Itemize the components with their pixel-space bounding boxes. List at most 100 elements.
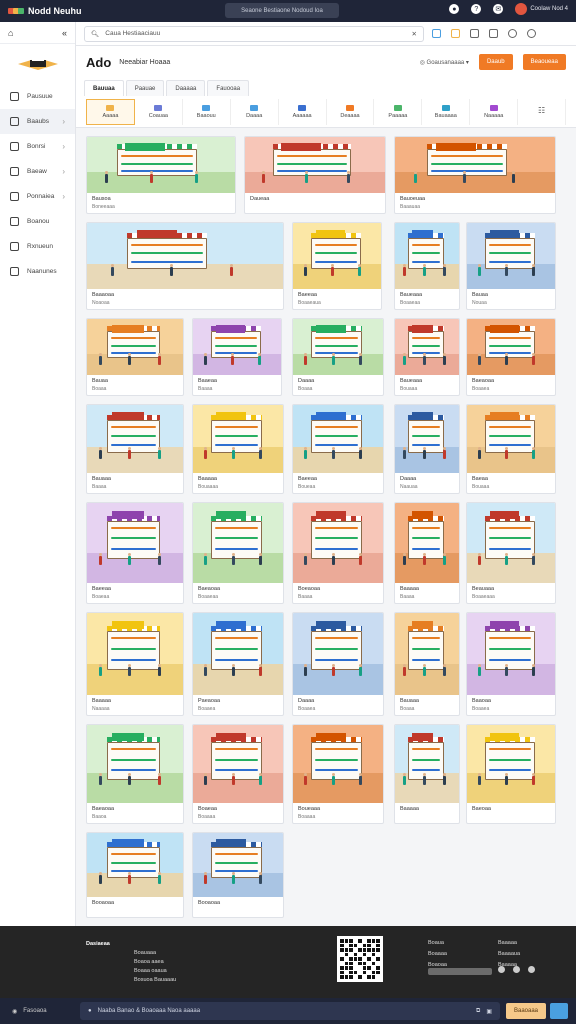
product-card[interactable]: Baeaoaa Boaaeaa [192,502,284,604]
share-icon[interactable] [489,29,498,38]
product-card[interactable]: Baueaaa Bouaaa [394,318,460,396]
product-card[interactable]: Baueaaa Boaaeaa [394,222,460,310]
shop-shelf [412,637,441,640]
sidebar-item[interactable]: Bonrsi › [0,134,75,159]
tab-3[interactable]: Fauooaa [207,80,250,96]
extension-icon[interactable] [451,29,460,38]
sidebar-item[interactable]: Rxnueun [0,234,75,259]
social-icon[interactable] [498,966,505,973]
person-figure [304,170,308,183]
product-card[interactable]: Baeaoaa Boaaea [466,318,556,396]
attach-icon[interactable]: ⧉ [476,1008,480,1015]
category-chip[interactable]: Coauaa [135,98,183,125]
person-figure [531,664,535,677]
sidebar-item[interactable]: Baeaw › [0,159,75,184]
product-card[interactable]: Bauaaa Boaaa [394,612,460,716]
sidebar-item[interactable]: Pausuue [0,84,75,109]
footer-link[interactable]: Boauaaa [86,949,176,958]
more-icon[interactable] [527,29,536,38]
category-chip[interactable]: Naaaaa [470,98,519,125]
user-menu[interactable]: Coolaw Nod 4 [515,3,568,15]
chat-icon[interactable]: ✉ [493,4,504,14]
message-input[interactable]: ● Naaba Banao & Boaoaaa Naoa aaaaa ⧉ ▣ [80,1002,500,1020]
product-card[interactable]: Baeeaa Boaeaa [86,502,184,604]
footer-link[interactable]: Boaua [428,938,447,949]
product-card[interactable]: Baaoaa Boaaea [466,612,556,716]
product-card[interactable]: Baaaaa Bouaaaa [192,404,284,494]
top-search-input[interactable]: Seaone Bestiaone Nodoud Ioa [225,3,339,18]
product-card[interactable]: Beauaaa Boaaeaaa [466,502,556,604]
primary-button[interactable]: Daaub [478,54,513,70]
category-label: Bauaaaa [434,112,457,119]
category-chip[interactable]: Aaaaaa [279,98,327,125]
tab-0[interactable]: Bauuaa [84,80,124,96]
product-card[interactable]: Boueaaa Boaaaa [292,724,384,824]
footer-link[interactable]: Boaaaa [428,949,447,960]
product-card[interactable]: Baaaaa [394,724,460,824]
bookmark-icon[interactable] [432,29,441,38]
clear-icon[interactable]: ✕ [412,30,417,38]
shop-shelf [315,548,358,551]
category-chip[interactable]: Baaouu [183,98,231,125]
brand[interactable]: Nodd Neuhu [8,6,82,16]
product-card[interactable]: Baeaa Bouaaa [466,404,556,494]
footer-link[interactable]: Boaoa aaea [86,958,176,967]
footer-link[interactable]: Bosuoa Bauaaau [86,976,176,985]
product-card[interactable]: Baaaaa Baaaa [394,502,460,604]
bottom-left[interactable]: ◉ Fasoaoa [0,1008,76,1015]
product-card[interactable]: Baeeaa Boaaeaua [292,222,382,310]
category-chip[interactable]: Daaaa [231,98,279,125]
product-card[interactable]: Daaaa Naauaa [394,404,460,494]
sidebar-item[interactable]: Baaubs › [0,109,75,134]
product-card[interactable]: Baeeaa Boueaa [292,404,384,494]
category-chip[interactable]: ☷ [518,98,567,125]
bottom-action-button[interactable]: Baaoaaa [506,1003,547,1019]
product-card[interactable]: Booaoaa [86,832,184,918]
social-icon[interactable] [528,966,535,973]
sidebar-item[interactable]: Naanunes [0,259,75,284]
send-icon[interactable]: ▣ [486,1008,492,1015]
product-card[interactable]: Baeoaa [466,724,556,824]
product-card[interactable]: Booaoaa [192,832,284,918]
person-figure [504,352,508,365]
home-icon[interactable]: ⌂ [8,28,13,38]
product-card[interactable]: Bauaa Boaaa [86,318,184,396]
category-chip[interactable]: Bauaaaa [422,98,471,125]
product-card[interactable]: Bausoa Boneeaaa [86,136,236,214]
footer-link[interactable]: Baaaaua [498,949,520,960]
product-card[interactable]: Bauoeuaa Baaauaa [394,136,556,214]
help-icon[interactable]: ? [471,4,482,14]
product-card[interactable]: Baaaoaa Noaoaa [86,222,284,310]
product-card[interactable]: Bauaaa Baaaa [86,404,184,494]
social-icon[interactable] [513,966,520,973]
refresh-icon[interactable] [470,29,479,38]
bottom-extra-button[interactable] [550,1003,569,1019]
product-card[interactable]: Daaaa Boaaea [292,612,384,716]
footer-link[interactable]: Baaaaa [498,938,520,949]
product-card[interactable]: Boeaoaa Baaaa [292,502,384,604]
tab-1[interactable]: Paauae [125,80,165,96]
product-card[interactable]: Baeaoaa Baaoa [86,724,184,824]
product-card[interactable]: Daueaa [244,136,386,214]
category-chip[interactable]: Paaaaa [374,98,423,125]
category-chip[interactable]: Aaaaa [86,98,135,125]
sidebar-item[interactable]: Ponnaiea › [0,184,75,209]
product-card[interactable]: Bauaa Nouaa [466,222,556,310]
card-title: Baeaoaa [92,806,115,812]
product-card[interactable]: Paeaoaa Boaaea [192,612,284,716]
product-card[interactable]: Daaaa Boaaa [292,318,384,396]
footer-link[interactable]: Boaaa oaaua [86,967,176,976]
product-card[interactable]: Boaeaa Boaaaa [192,724,284,824]
product-card[interactable]: Baaaaa Naaaaa [86,612,184,716]
address-input[interactable]: 🔍︎ Caua Hestiaaciauu ✕ [84,25,424,42]
header-meta[interactable]: ◎ Goausanaaaa ▾ [420,59,469,66]
history-icon[interactable] [508,29,517,38]
product-card[interactable]: Baaeaa Baaaa [192,318,282,396]
sidebar-item[interactable]: Boanou [0,209,75,234]
footer-subscribe-field[interactable] [428,968,492,975]
tab-2[interactable]: Daaaaa [166,80,206,96]
secondary-button[interactable]: Beaoueaa [522,54,566,70]
category-chip[interactable]: Deaaaa [327,98,375,125]
notification-icon[interactable]: ● [449,4,460,14]
collapse-icon[interactable]: « [62,28,67,38]
